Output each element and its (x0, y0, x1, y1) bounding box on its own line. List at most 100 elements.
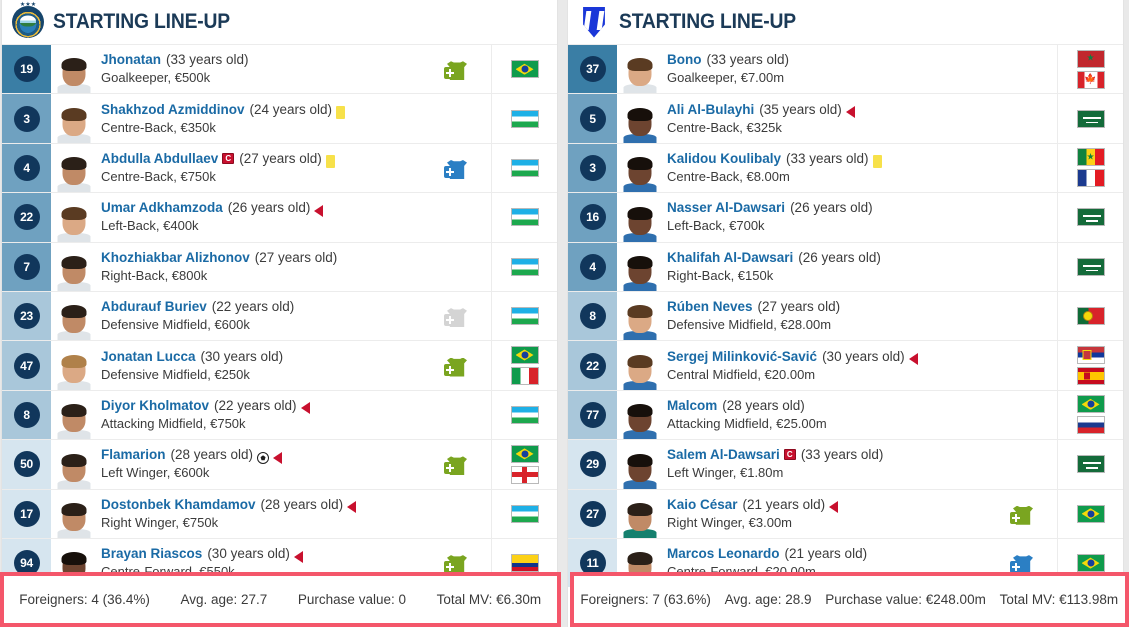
substitution-out-shirt-icon[interactable] (1010, 552, 1036, 575)
player-name-link[interactable]: Jhonatan (101, 52, 161, 67)
player-row[interactable]: 4 Khalifah Al-Dawsari (26 years old) Right-… (568, 241, 1123, 291)
player-row[interactable]: 22 Sergej Milinković-Savić (30 years old) C… (568, 340, 1123, 390)
player-name-link[interactable]: Shakhzod Azmiddinov (101, 102, 245, 117)
player-name-link[interactable]: Bono (667, 52, 702, 67)
player-row[interactable]: 8 Diyor Kholmatov (22 years old) Attacking … (2, 389, 557, 440)
player-name-link[interactable]: Diyor Kholmatov (101, 398, 209, 413)
substituted-off-arrow-icon (347, 501, 357, 514)
player-name-link[interactable]: Flamarion (101, 447, 166, 462)
player-row[interactable]: 50 Flamarion (28 years old) Left Winger, €6… (2, 439, 557, 489)
substitution-out-shirt-icon[interactable] (444, 157, 470, 179)
player-portrait[interactable] (57, 244, 91, 291)
player-name-link[interactable]: Dostonbek Khamdamov (101, 497, 256, 512)
substitution-cell (423, 144, 491, 192)
shirt-number-cell: 22 (2, 193, 51, 242)
player-name-link[interactable]: Abdurauf Buriev (101, 299, 207, 314)
player-row[interactable]: 77 Malcom (28 years old) Attacking Midfield… (568, 389, 1123, 440)
player-name-link[interactable]: Khozhiakbar Alizhonov (101, 250, 250, 265)
player-row[interactable]: 3 Shakhzod Azmiddinov (24 years old) Centre… (2, 93, 557, 143)
captain-armband-badge: C (783, 449, 796, 461)
player-row[interactable]: 4 Abdulla Abdullaev C (27 years old) Centre-… (2, 142, 557, 193)
player-row[interactable]: 29 Salem Al-Dawsari C (33 years old) Left Wi… (568, 439, 1123, 489)
player-position-value: Left Winger, €600k (101, 465, 210, 481)
substitution-in-shirt-icon[interactable] (444, 58, 470, 81)
player-row[interactable]: 5 Ali Al-Bulayhi (35 years old) Centre-Back… (568, 93, 1123, 143)
player-portrait[interactable] (623, 293, 657, 341)
player-portrait[interactable] (623, 343, 657, 390)
player-row[interactable]: 16 Nasser Al-Dawsari (26 years old) Left-Ba… (568, 192, 1123, 242)
player-row[interactable]: 47 Jonatan Lucca (30 years old) Defensive M… (2, 340, 557, 390)
player-portrait[interactable] (57, 46, 91, 94)
player-name-link[interactable]: Umar Adkhamzoda (101, 200, 223, 215)
player-name-link[interactable]: Nasser Al-Dawsari (667, 200, 785, 215)
nationality-cell (491, 143, 557, 193)
player-portrait[interactable] (623, 145, 657, 193)
shirt-number-badge: 50 (13, 451, 40, 478)
substitution-cell (423, 292, 491, 340)
player-position-value: Right-Back, €150k (667, 267, 774, 283)
pakhtakor-crest-icon (12, 6, 44, 38)
substitution-cell (989, 440, 1057, 488)
player-portrait[interactable] (623, 195, 657, 242)
player-portrait[interactable] (57, 343, 91, 390)
flag-brazil-icon (1076, 554, 1105, 573)
player-portrait[interactable] (57, 392, 91, 440)
player-name-link[interactable]: Brayan Riascos (101, 546, 202, 561)
player-portrait[interactable] (623, 442, 657, 489)
player-portrait[interactable] (623, 392, 657, 440)
player-name-link[interactable]: Malcom (667, 398, 717, 413)
shirt-number-cell: 17 (2, 489, 51, 538)
player-row[interactable]: 27 Kaio César (21 years old) Right Winger, … (568, 488, 1123, 538)
player-row[interactable]: 7 Khozhiakbar Alizhonov (27 years old) Righ… (2, 241, 557, 291)
player-name-link[interactable]: Jonatan Lucca (101, 349, 196, 364)
substitution-in-shirt-icon[interactable] (444, 355, 470, 377)
player-row[interactable]: 37 Bono (33 years old) Goalkeeper, €7.00m (568, 44, 1123, 94)
player-portrait[interactable] (623, 491, 657, 538)
player-portrait[interactable] (57, 195, 91, 242)
nationality-cell (1057, 489, 1123, 538)
shirt-number-badge: 7 (13, 253, 40, 280)
player-name-link[interactable]: Marcos Leonardo (667, 546, 780, 561)
player-row[interactable]: 23 Abdurauf Buriev (22 years old) Defensive… (2, 290, 557, 341)
player-name-line: Umar Adkhamzoda (26 years old) (101, 199, 423, 217)
substitution-in-shirt-icon[interactable] (444, 552, 470, 575)
player-name-link[interactable]: Salem Al-Dawsari (667, 447, 780, 462)
player-name-link[interactable]: Kalidou Koulibaly (667, 151, 781, 166)
player-name-link[interactable]: Sergej Milinković-Savić (667, 349, 817, 364)
player-portrait[interactable] (57, 96, 91, 143)
player-info: Khalifah Al-Dawsari (26 years old) Right-B… (657, 243, 989, 291)
player-row[interactable]: 22 Umar Adkhamzoda (26 years old) Left-Back… (2, 192, 557, 242)
flag-brazil-icon (510, 60, 539, 79)
player-portrait[interactable] (57, 442, 91, 489)
player-portrait[interactable] (623, 96, 657, 143)
player-portrait[interactable] (623, 46, 657, 94)
player-name-link[interactable]: Rúben Neves (667, 299, 753, 314)
nationality-cell (1057, 341, 1123, 390)
player-info: Abdulla Abdullaev C (27 years old) Centre-B… (91, 144, 423, 192)
player-row[interactable]: 3 Kalidou Koulibaly (33 years old) Centre-B… (568, 142, 1123, 193)
shirt-number-badge: 22 (579, 352, 606, 379)
substituted-off-arrow-icon (845, 106, 855, 119)
player-name-link[interactable]: Kaio César (667, 497, 738, 512)
player-portrait[interactable] (623, 244, 657, 291)
substitution-in-shirt-icon[interactable] (444, 453, 470, 476)
goal-ball-icon (257, 451, 270, 464)
substituted-off-arrow-icon (314, 204, 324, 217)
substitution-in-shirt-icon[interactable] (444, 305, 470, 328)
player-portrait[interactable] (57, 293, 91, 341)
player-name-link[interactable]: Ali Al-Bulayhi (667, 102, 754, 117)
player-name-link[interactable]: Khalifah Al-Dawsari (667, 250, 793, 265)
player-row[interactable]: 19 Jhonatan (33 years old) Goalkeeper, €500… (2, 44, 557, 94)
player-row[interactable]: 8 Rúben Neves (27 years old) Defensive Midf… (568, 290, 1123, 341)
captain-armband-badge: C (222, 152, 235, 164)
substitution-in-shirt-icon[interactable] (1010, 503, 1036, 525)
player-name-line: Dostonbek Khamdamov (28 years old) (101, 496, 423, 514)
player-position-value: Left-Back, €700k (667, 218, 765, 234)
player-position-value: Defensive Midfield, €600k (101, 317, 250, 333)
player-portrait[interactable] (57, 145, 91, 193)
nationality-cell (1057, 143, 1123, 193)
player-position-value: Attacking Midfield, €750k (101, 415, 246, 431)
player-portrait[interactable] (57, 491, 91, 538)
player-name-link[interactable]: Abdulla Abdullaev (101, 151, 218, 166)
player-row[interactable]: 17 Dostonbek Khamdamov (28 years old) Right… (2, 488, 557, 538)
